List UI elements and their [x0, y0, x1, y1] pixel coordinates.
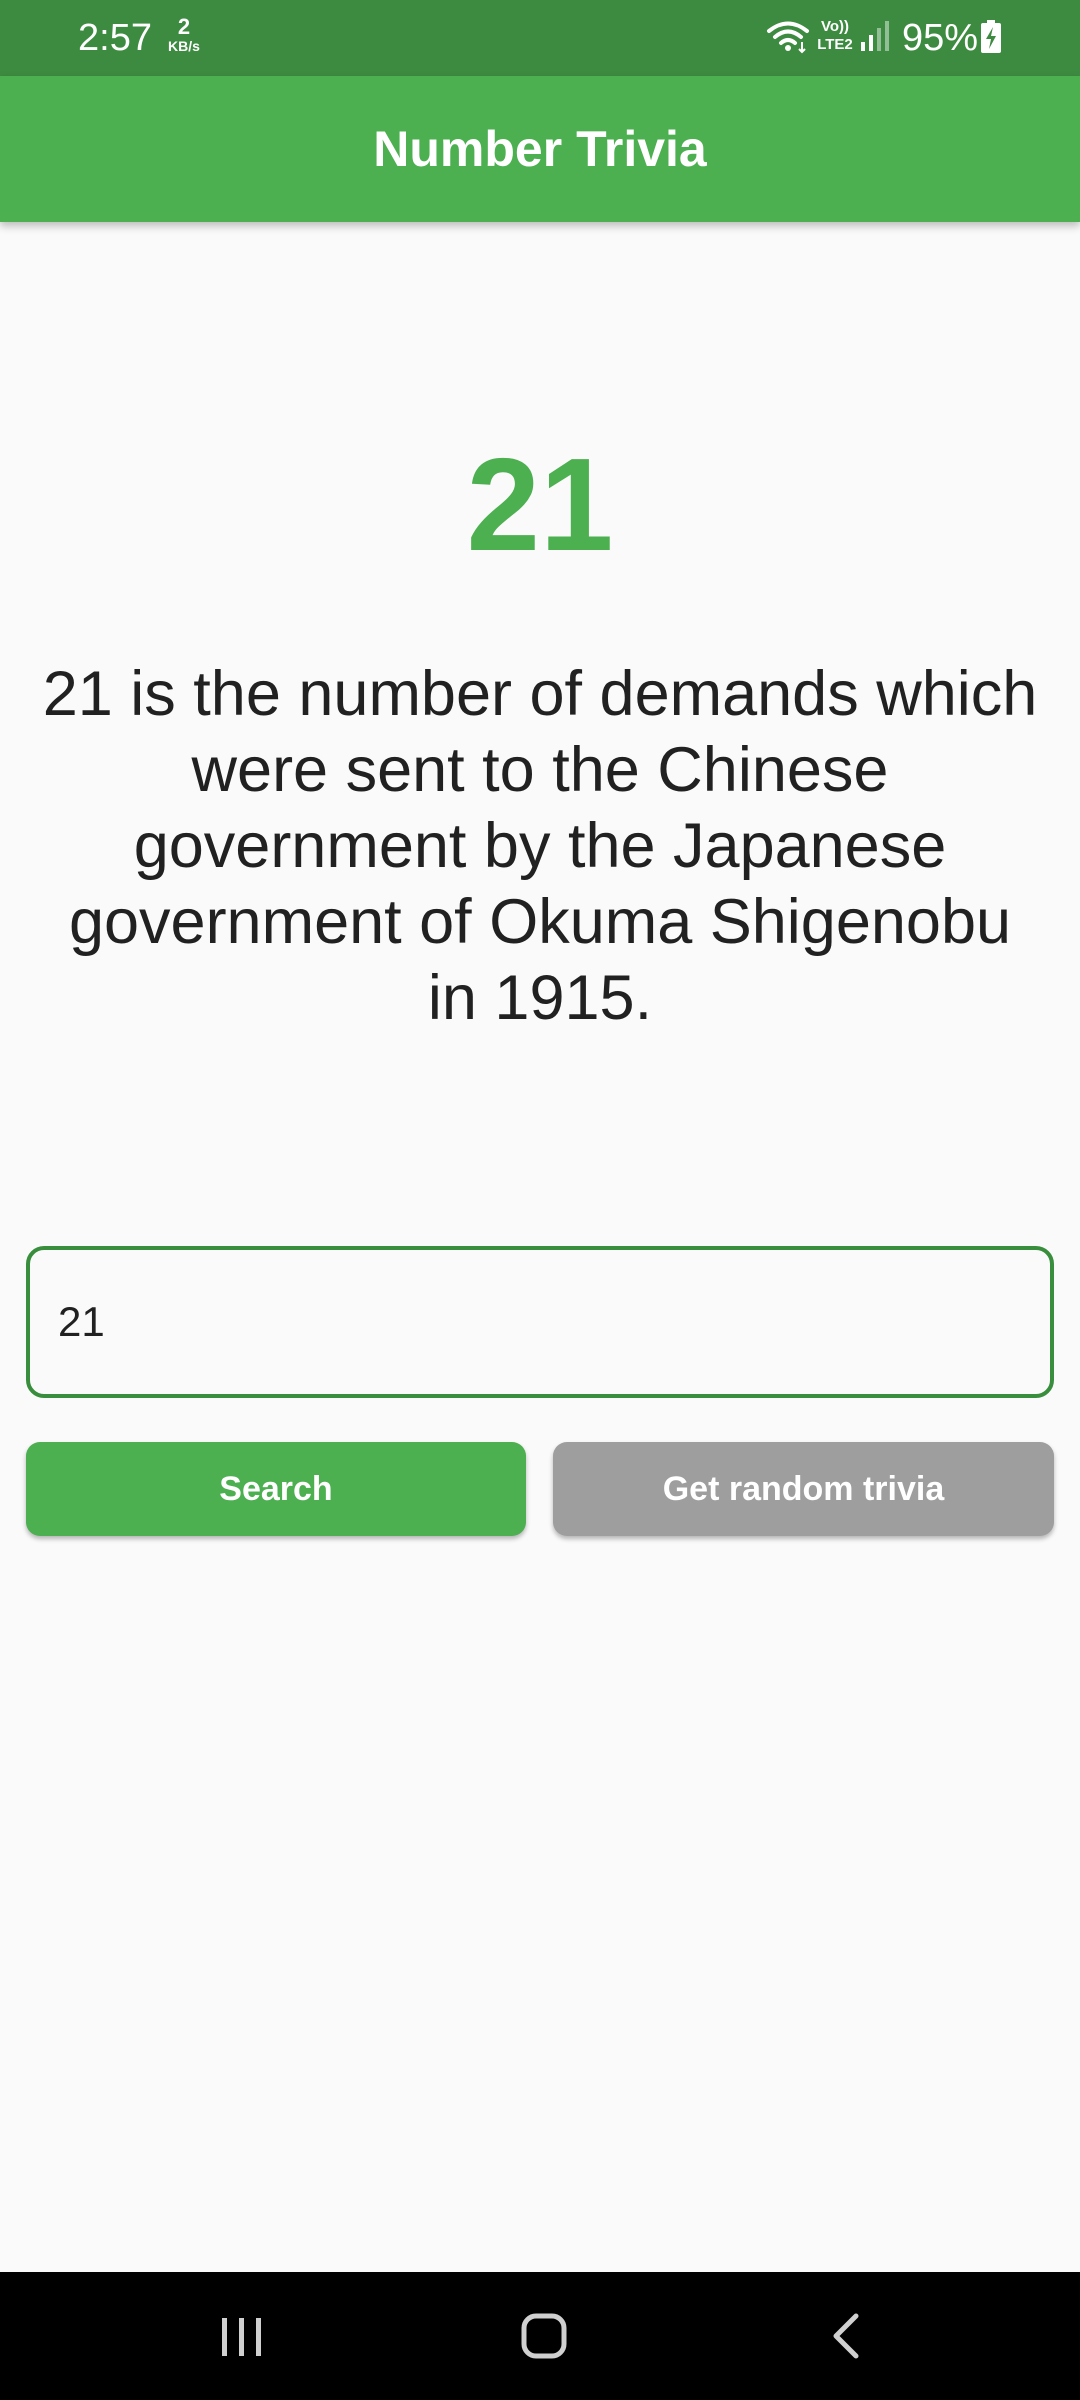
signal-icon [861, 21, 889, 51]
navigation-bar [0, 2272, 1080, 2400]
battery-percent: 95% [902, 17, 979, 59]
status-time: 2:57 [78, 17, 152, 59]
app-title: Number Trivia [373, 121, 707, 177]
wifi-icon [767, 21, 809, 54]
number-input[interactable] [26, 1246, 1054, 1398]
recents-icon[interactable] [202, 2296, 282, 2376]
trivia-number: 21 [466, 431, 614, 578]
app-bar: Number Trivia [0, 76, 1080, 222]
network-type-label: Vo)) LTE2 [817, 18, 853, 53]
search-button[interactable]: Search [26, 1442, 526, 1536]
trivia-text: 21 is the number of demands which were s… [42, 659, 1038, 1033]
network-speed-value: 2 [177, 14, 191, 39]
network-speed: 2 KB/s [164, 14, 204, 54]
battery-charging-icon [981, 20, 1001, 53]
status-bar: 2:57 2 KB/s Vo)) LTE2 95% [0, 0, 1080, 76]
home-icon[interactable] [504, 2296, 584, 2376]
network-speed-unit: KB/s [168, 38, 200, 54]
random-trivia-button[interactable]: Get random trivia [553, 1442, 1054, 1536]
back-icon[interactable] [806, 2296, 886, 2376]
